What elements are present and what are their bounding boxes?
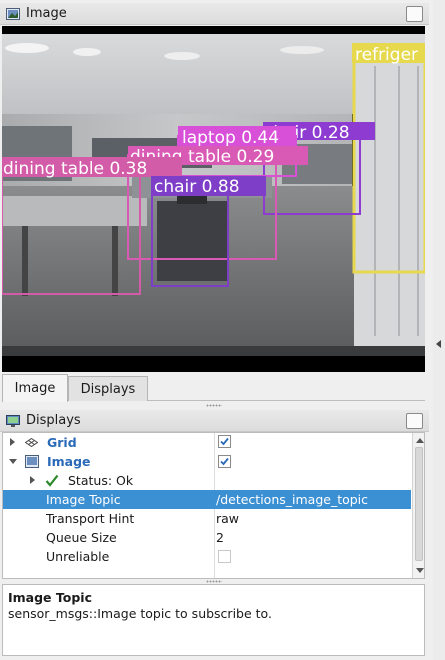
unreliable-checkbox[interactable]	[218, 550, 231, 563]
image-topic-label: Image Topic	[46, 492, 121, 507]
tab-displays[interactable]: Displays	[68, 376, 148, 401]
panel-grip[interactable]	[206, 580, 222, 583]
camera-image-view[interactable]: refriger chair 0.28 laptop 0.44 dining t…	[2, 26, 425, 372]
transport-hint-value[interactable]: raw	[216, 511, 239, 526]
image-panel-title: Image	[26, 6, 67, 21]
tree-row-transport-hint[interactable]: Transport Hint raw	[3, 509, 411, 528]
monitor-icon	[6, 414, 20, 428]
expand-arrow-icon[interactable]	[30, 476, 35, 484]
grid-icon	[25, 438, 41, 447]
grid-label: Grid	[47, 435, 77, 450]
unreliable-label: Unreliable	[46, 549, 110, 564]
displays-panel-close-button[interactable]	[406, 413, 423, 429]
help-title: Image Topic	[8, 590, 92, 605]
queue-size-value[interactable]: 2	[216, 530, 224, 545]
scroll-up-arrow-icon[interactable]	[416, 438, 424, 443]
image-enabled-checkbox[interactable]	[218, 455, 231, 468]
svg-text:chair 0.88: chair 0.88	[154, 177, 240, 197]
image-icon	[6, 7, 20, 21]
grid-enabled-checkbox[interactable]	[218, 435, 231, 448]
collapse-arrow-icon[interactable]	[9, 459, 17, 464]
image-panel-close-button[interactable]	[406, 6, 423, 22]
checkmark-icon	[45, 474, 61, 487]
image-topic-value[interactable]: /detections_image_topic	[216, 492, 368, 507]
scroll-down-arrow-icon[interactable]	[416, 568, 424, 573]
image-panel-title-bar: Image	[0, 3, 429, 25]
tab-image[interactable]: Image	[2, 374, 68, 402]
svg-text:refriger: refriger	[355, 45, 418, 65]
help-description: sensor_msgs::Image topic to subscribe to…	[8, 606, 272, 621]
status-label: Status: Ok	[68, 473, 134, 488]
queue-size-label: Queue Size	[46, 530, 117, 545]
expand-arrow-icon[interactable]	[10, 438, 15, 446]
property-help-box: Image Topic sensor_msgs::Image topic to …	[2, 584, 425, 656]
image-display-label: Image	[47, 454, 91, 469]
displays-panel-title: Displays	[26, 413, 81, 428]
camera-scene: refriger chair 0.28 laptop 0.44 dining t…	[2, 26, 425, 372]
tree-row-image-topic[interactable]: Image Topic /detections_image_topic	[3, 490, 411, 509]
displays-panel-title-bar: Displays	[0, 410, 429, 432]
displays-scrollbar[interactable]	[412, 433, 424, 578]
image-icon	[25, 455, 41, 468]
right-dock-splitter[interactable]	[433, 0, 445, 660]
displays-tree: Grid Image Status: Ok Image Topic /detec…	[2, 432, 425, 579]
collapse-arrow-icon[interactable]	[436, 340, 441, 348]
tree-row-image[interactable]: Image	[3, 452, 411, 471]
svg-text:laptop 0.44: laptop 0.44	[182, 128, 279, 148]
scrollbar-thumb[interactable]	[415, 447, 423, 561]
transport-hint-label: Transport Hint	[46, 511, 135, 526]
svg-text:dining table 0.38: dining table 0.38	[3, 159, 147, 179]
tree-row-queue-size[interactable]: Queue Size 2	[3, 528, 411, 547]
dock-tab-bar: Image Displays	[2, 374, 425, 402]
tree-row-unreliable[interactable]: Unreliable	[3, 547, 411, 566]
tree-row-grid[interactable]: Grid	[3, 433, 411, 452]
panel-grip[interactable]	[206, 404, 222, 407]
tree-row-status[interactable]: Status: Ok	[3, 471, 411, 490]
